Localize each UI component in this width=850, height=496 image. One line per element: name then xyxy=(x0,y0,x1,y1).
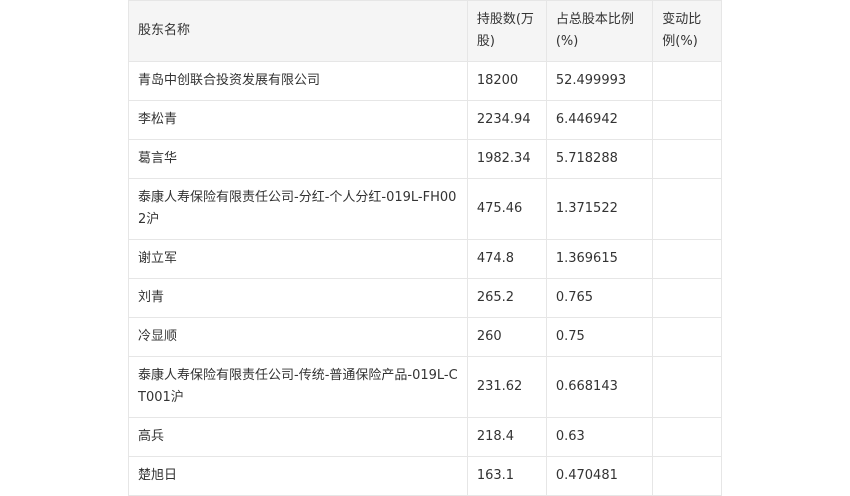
header-shareholder-name: 股东名称 xyxy=(128,0,468,62)
cell-share-ratio: 6.446942 xyxy=(545,100,654,140)
cell-shares-held: 218.4 xyxy=(466,417,547,457)
table-body: 青岛中创联合投资发展有限公司 18200 52.499993 李松青 2234.… xyxy=(128,61,722,496)
table-row: 李松青 2234.94 6.446942 xyxy=(128,100,722,140)
cell-shares-held: 231.62 xyxy=(466,356,547,418)
cell-share-ratio: 0.668143 xyxy=(545,356,654,418)
cell-share-ratio: 0.63 xyxy=(545,417,654,457)
cell-shares-held: 474.8 xyxy=(466,239,547,279)
cell-shares-held: 2234.94 xyxy=(466,100,547,140)
cell-change-ratio xyxy=(652,178,722,240)
cell-change-ratio xyxy=(652,317,722,357)
cell-shares-held: 18200 xyxy=(466,61,547,101)
cell-shares-held: 1982.34 xyxy=(466,139,547,179)
cell-shareholder-name: 李松青 xyxy=(128,100,468,140)
cell-share-ratio: 1.369615 xyxy=(545,239,654,279)
cell-shareholder-name: 楚旭日 xyxy=(128,456,468,496)
cell-change-ratio xyxy=(652,100,722,140)
cell-share-ratio: 1.371522 xyxy=(545,178,654,240)
cell-change-ratio xyxy=(652,139,722,179)
header-shares-held: 持股数(万股) xyxy=(466,0,547,62)
table-row: 葛言华 1982.34 5.718288 xyxy=(128,139,722,179)
cell-shares-held: 260 xyxy=(466,317,547,357)
shareholder-table: 股东名称 持股数(万股) 占总股本比例(%) 变动比例(%) 青岛中创联合投资发… xyxy=(128,0,722,496)
cell-shares-held: 265.2 xyxy=(466,278,547,318)
cell-shareholder-name: 高兵 xyxy=(128,417,468,457)
table-row: 泰康人寿保险有限责任公司-分红-个人分红-019L-FH002沪 475.46 … xyxy=(128,178,722,240)
table-row: 冷显顺 260 0.75 xyxy=(128,317,722,357)
table-row: 青岛中创联合投资发展有限公司 18200 52.499993 xyxy=(128,61,722,101)
header-change-ratio: 变动比例(%) xyxy=(652,0,722,62)
cell-change-ratio xyxy=(652,417,722,457)
cell-shareholder-name: 谢立军 xyxy=(128,239,468,279)
cell-change-ratio xyxy=(652,278,722,318)
cell-share-ratio: 0.765 xyxy=(545,278,654,318)
cell-share-ratio: 0.75 xyxy=(545,317,654,357)
table-row: 高兵 218.4 0.63 xyxy=(128,417,722,457)
cell-shareholder-name: 泰康人寿保险有限责任公司-传统-普通保险产品-019L-CT001沪 xyxy=(128,356,468,418)
table-row: 楚旭日 163.1 0.470481 xyxy=(128,456,722,496)
table-row: 谢立军 474.8 1.369615 xyxy=(128,239,722,279)
cell-change-ratio xyxy=(652,239,722,279)
cell-share-ratio: 0.470481 xyxy=(545,456,654,496)
cell-change-ratio xyxy=(652,61,722,101)
cell-share-ratio: 52.499993 xyxy=(545,61,654,101)
table-row: 刘青 265.2 0.765 xyxy=(128,278,722,318)
cell-share-ratio: 5.718288 xyxy=(545,139,654,179)
cell-shareholder-name: 葛言华 xyxy=(128,139,468,179)
header-share-ratio: 占总股本比例(%) xyxy=(545,0,654,62)
cell-shares-held: 163.1 xyxy=(466,456,547,496)
table-row: 泰康人寿保险有限责任公司-传统-普通保险产品-019L-CT001沪 231.6… xyxy=(128,356,722,418)
table-header: 股东名称 持股数(万股) 占总股本比例(%) 变动比例(%) xyxy=(128,0,722,62)
header-row: 股东名称 持股数(万股) 占总股本比例(%) 变动比例(%) xyxy=(128,0,722,62)
cell-change-ratio xyxy=(652,456,722,496)
cell-change-ratio xyxy=(652,356,722,418)
cell-shareholder-name: 青岛中创联合投资发展有限公司 xyxy=(128,61,468,101)
cell-shareholder-name: 刘青 xyxy=(128,278,468,318)
cell-shareholder-name: 泰康人寿保险有限责任公司-分红-个人分红-019L-FH002沪 xyxy=(128,178,468,240)
cell-shareholder-name: 冷显顺 xyxy=(128,317,468,357)
cell-shares-held: 475.46 xyxy=(466,178,547,240)
